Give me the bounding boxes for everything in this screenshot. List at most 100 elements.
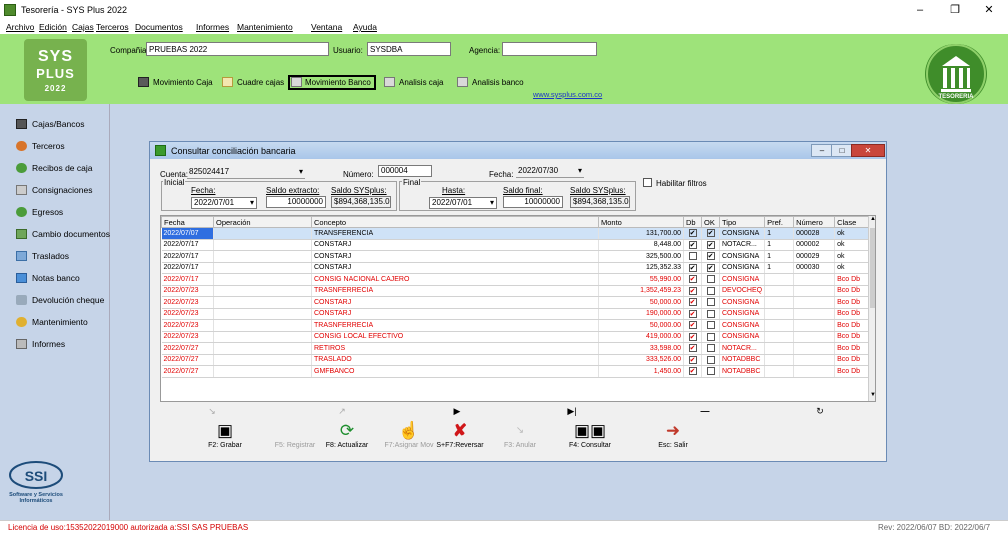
ok-checkbox-cell[interactable] xyxy=(701,296,720,309)
unchecked-checkbox-icon[interactable] xyxy=(706,344,715,353)
cell-numero[interactable]: 000029 xyxy=(793,250,836,263)
checked-checkbox-icon[interactable]: ✔ xyxy=(688,332,697,341)
cell-monto[interactable]: 333,526.00 xyxy=(598,354,684,366)
cell-numero[interactable] xyxy=(793,342,836,355)
db-checkbox-cell[interactable] xyxy=(683,250,702,263)
cell-tipo[interactable]: CONSIGNA xyxy=(719,227,766,240)
cell-monto[interactable]: 419,000.00 xyxy=(598,331,684,343)
cell-monto[interactable]: 325,500.00 xyxy=(598,250,684,263)
cell-numero[interactable] xyxy=(793,319,836,332)
col-monto[interactable]: Monto xyxy=(598,216,684,228)
checked-checkbox-icon[interactable]: ✔ xyxy=(706,263,715,272)
cell-op[interactable] xyxy=(213,250,312,263)
cell-fecha[interactable]: 2022/07/17 xyxy=(161,262,214,274)
cell-monto[interactable]: 55,990.00 xyxy=(598,273,684,286)
checked-checkbox-icon[interactable]: ✔ xyxy=(688,240,697,249)
table-row[interactable]: 2022/07/23 CONSTARJ 190,000.00 ✔ CONSIGNA Bco… xyxy=(161,308,870,320)
cell-tipo[interactable]: CONSIGNA xyxy=(719,273,766,286)
cell-op[interactable] xyxy=(213,354,312,366)
menu-archivo[interactable]: Archivo xyxy=(6,22,34,32)
checked-checkbox-icon[interactable]: ✔ xyxy=(688,286,697,295)
cell-numero[interactable] xyxy=(793,331,836,343)
ok-checkbox-cell[interactable] xyxy=(701,285,720,297)
cell-fecha[interactable]: 2022/07/17 xyxy=(161,250,214,263)
dialog-close-button[interactable]: ✕ xyxy=(851,144,885,157)
company-field[interactable]: PRUEBAS 2022 xyxy=(146,42,329,56)
cell-fecha[interactable]: 2022/07/07 xyxy=(161,227,214,240)
table-row[interactable]: 2022/07/17 CONSTARJ 325,500.00 ✔ CONSIGNA 1 00… xyxy=(161,250,870,263)
cell-concepto[interactable]: TRASLADO xyxy=(311,354,599,366)
cell-fecha[interactable]: 2022/07/23 xyxy=(161,331,214,343)
col-ok[interactable]: OK xyxy=(701,216,720,228)
analisis-banco-button[interactable]: Analisis banco xyxy=(455,75,524,90)
ok-checkbox-cell[interactable]: ✔ xyxy=(701,239,720,251)
cell-clase[interactable]: ok xyxy=(834,250,870,263)
unchecked-checkbox-icon[interactable] xyxy=(706,355,715,364)
checked-checkbox-icon[interactable]: ✔ xyxy=(688,275,697,284)
cell-numero[interactable] xyxy=(793,285,836,297)
nav-refresh-icon[interactable]: ↻ xyxy=(810,406,830,417)
cell-monto[interactable]: 1,450.00 xyxy=(598,365,684,378)
cell-pref[interactable] xyxy=(764,365,795,378)
cell-concepto[interactable]: CONSIG LOCAL EFECTIVO xyxy=(311,331,599,343)
col-operacion[interactable]: Operación xyxy=(213,216,312,228)
nav-first-icon[interactable]: ↘ xyxy=(202,406,222,417)
sidebar-item-devolucion-cheque[interactable]: Devolución cheque xyxy=(16,293,104,307)
cell-fecha[interactable]: 2022/07/23 xyxy=(161,308,214,320)
cell-numero[interactable] xyxy=(793,296,836,309)
cell-tipo[interactable]: NOTADBBC xyxy=(719,365,766,378)
col-numero[interactable]: Número xyxy=(793,216,836,228)
cell-clase[interactable]: Bco Db xyxy=(834,296,870,309)
cell-clase[interactable]: Bco Db xyxy=(834,365,870,378)
cell-concepto[interactable]: RETIROS xyxy=(311,342,599,355)
cell-monto[interactable]: 1,352,459.23 xyxy=(598,285,684,297)
cell-pref[interactable] xyxy=(764,296,795,309)
ok-checkbox-cell[interactable] xyxy=(701,273,720,286)
cell-concepto[interactable]: CONSTARJ xyxy=(311,262,599,274)
cell-monto[interactable]: 190,000.00 xyxy=(598,308,684,320)
cell-tipo[interactable]: NOTACR... xyxy=(719,342,766,355)
cell-monto[interactable]: 33,598.00 xyxy=(598,342,684,355)
table-row[interactable]: 2022/07/17 CONSTARJ 8,448.00 ✔ ✔ NOTACR... 1 00… xyxy=(161,239,870,251)
grid-vertical-scrollbar[interactable]: ▲ ▼ xyxy=(868,216,875,401)
cell-clase[interactable]: ok xyxy=(834,262,870,274)
cell-tipo[interactable]: CONSIGNA xyxy=(719,296,766,309)
cell-pref[interactable]: 1 xyxy=(764,262,795,274)
db-checkbox-cell[interactable]: ✔ xyxy=(683,239,702,251)
cell-pref[interactable] xyxy=(764,319,795,332)
dialog-maximize-button[interactable]: □ xyxy=(831,144,853,157)
col-tipo[interactable]: Tipo xyxy=(718,216,766,228)
sidebar-item-informes[interactable]: Informes xyxy=(16,337,65,351)
cuadre-cajas-button[interactable]: Cuadre cajas xyxy=(220,75,284,90)
db-checkbox-cell[interactable]: ✔ xyxy=(683,273,702,286)
cell-fecha[interactable]: 2022/07/27 xyxy=(161,354,214,366)
cell-concepto[interactable]: CONSTARJ xyxy=(311,296,599,309)
cell-pref[interactable] xyxy=(764,285,795,297)
checked-checkbox-icon[interactable]: ✔ xyxy=(688,229,697,238)
checked-checkbox-icon[interactable]: ✔ xyxy=(706,229,715,238)
cell-fecha[interactable]: 2022/07/23 xyxy=(161,285,214,297)
menu-cajas[interactable]: Cajas xyxy=(72,22,94,32)
nav-prior-icon[interactable]: ↗ xyxy=(332,406,352,417)
unchecked-checkbox-icon[interactable] xyxy=(688,252,697,261)
cell-numero[interactable] xyxy=(793,308,836,320)
checked-checkbox-icon[interactable]: ✔ xyxy=(688,355,697,364)
cell-concepto[interactable]: CONSIG NACIONAL CAJERO xyxy=(311,273,599,286)
checked-checkbox-icon[interactable]: ✔ xyxy=(688,263,697,272)
salir-button[interactable]: ➜ Esc: Salir xyxy=(638,420,708,449)
cell-clase[interactable]: Bco Db xyxy=(834,308,870,320)
minimize-button[interactable]: – xyxy=(905,2,935,18)
unchecked-checkbox-icon[interactable] xyxy=(706,321,715,330)
table-row[interactable]: 2022/07/23 CONSTARJ 50,000.00 ✔ CONSIGNA Bco … xyxy=(161,296,870,309)
table-row[interactable]: 2022/07/27 RETIROS 33,598.00 ✔ NOTACR... Bco … xyxy=(161,342,870,355)
checked-checkbox-icon[interactable]: ✔ xyxy=(706,252,715,261)
checked-checkbox-icon[interactable]: ✔ xyxy=(688,309,697,318)
cell-numero[interactable] xyxy=(793,354,836,366)
menu-ayuda[interactable]: Ayuda xyxy=(353,22,377,32)
consultar-button[interactable]: ▣▣ F4: Consultar xyxy=(555,420,625,449)
cell-pref[interactable] xyxy=(764,354,795,366)
agency-field[interactable] xyxy=(502,42,597,56)
nav-delete-icon[interactable]: — xyxy=(695,406,715,416)
cell-pref[interactable] xyxy=(764,342,795,355)
movements-grid[interactable]: Fecha Operación Concepto Monto Db OK Tip… xyxy=(160,215,876,402)
